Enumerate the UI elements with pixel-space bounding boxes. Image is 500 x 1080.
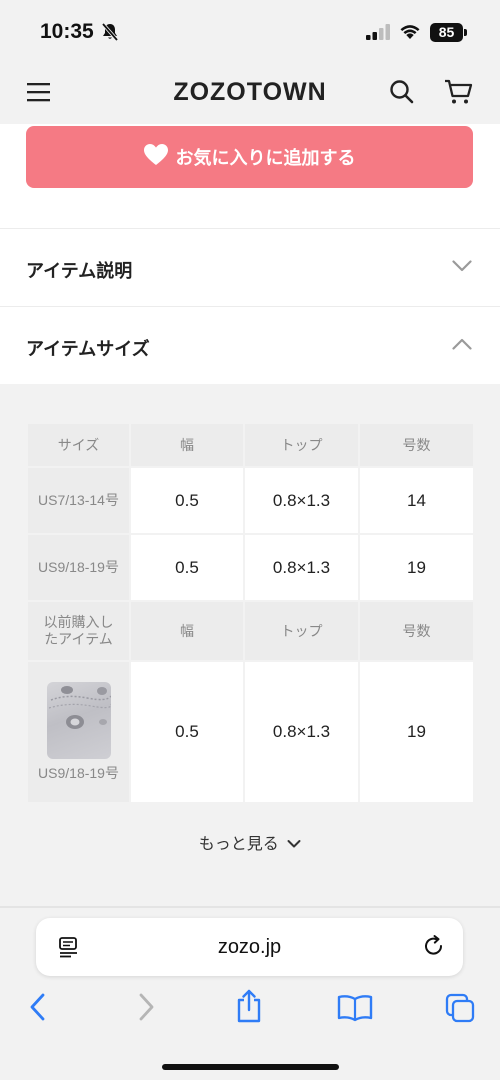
bell-off-icon — [100, 22, 120, 47]
safari-toolbar: zozo.jp — [0, 908, 500, 1080]
show-more-link[interactable]: もっと見る — [0, 830, 500, 854]
reload-icon[interactable] — [422, 934, 446, 963]
size-table: サイズ 幅 トップ 号数 US7/13-14号 0.5 0.8×1.3 14 U… — [26, 422, 475, 804]
header-number: 号数 — [358, 422, 475, 468]
forward-icon[interactable] — [136, 992, 156, 1027]
signal-icon — [366, 24, 392, 45]
chevron-up-icon — [452, 337, 472, 355]
row-width: 0.5 — [129, 466, 245, 535]
status-time: 10:35 — [40, 20, 94, 43]
row-size-label: US9/18-19号 — [26, 533, 131, 602]
chevron-down-icon — [287, 836, 301, 854]
header-purchased-item: 以前購入したアイテム — [26, 600, 131, 662]
app-header: ZOZOTOWN — [0, 64, 500, 124]
row-number: 19 — [358, 660, 475, 804]
table-row: US9/18-19号 0.5 0.8×1.3 19 — [26, 533, 475, 602]
row-top: 0.8×1.3 — [243, 533, 360, 602]
purchased-item-size: US9/18-19号 — [38, 765, 119, 781]
row-size-text: US7/13-14号 — [38, 492, 119, 508]
home-indicator — [162, 1064, 339, 1070]
search-icon[interactable] — [388, 78, 416, 111]
size-table-header-row: サイズ 幅 トップ 号数 — [26, 422, 475, 468]
row-top: 0.8×1.3 — [243, 466, 360, 535]
row-width: 0.5 — [129, 660, 245, 804]
back-icon[interactable] — [28, 992, 48, 1027]
battery-indicator: 85 — [430, 23, 463, 42]
header-size: サイズ — [26, 422, 131, 468]
add-to-favorites-button[interactable]: お気に入りに追加する — [26, 126, 473, 188]
table-row: US7/13-14号 0.5 0.8×1.3 14 — [26, 466, 475, 535]
row-top: 0.8×1.3 — [243, 660, 360, 804]
header-width: 幅 — [129, 422, 245, 468]
cart-icon[interactable] — [444, 78, 474, 111]
purchased-item-label: 以前購入したアイテム — [43, 614, 114, 647]
purchased-item-cell[interactable]: US9/18-19号 — [26, 660, 131, 804]
bookmarks-icon[interactable] — [337, 994, 373, 1027]
header-width: 幅 — [129, 600, 245, 662]
share-icon[interactable] — [234, 988, 264, 1029]
accordion-title-item-description: アイテム説明 — [26, 261, 133, 281]
zozotown-logo[interactable]: ZOZOTOWN — [0, 78, 500, 107]
accordion-item-description[interactable]: アイテム説明 — [0, 228, 500, 306]
show-more-label: もっと見る — [198, 836, 279, 853]
accordion-title-item-size: アイテムサイズ — [26, 339, 150, 359]
chevron-down-icon — [452, 259, 472, 277]
battery-tip — [464, 29, 467, 36]
row-size-text: US9/18-19号 — [38, 559, 119, 575]
header-top: トップ — [243, 600, 360, 662]
row-width: 0.5 — [129, 533, 245, 602]
row-size-label: US7/13-14号 — [26, 466, 131, 535]
product-detail-content: お気に入りに追加する アイテム説明 アイテムサイズ — [0, 124, 500, 384]
accordion-item-size[interactable]: アイテムサイズ — [0, 306, 500, 384]
url-text: zozo.jp — [217, 936, 282, 958]
header-top: トップ — [243, 422, 360, 468]
purchased-item-row[interactable]: US9/18-19号 0.5 0.8×1.3 19 — [26, 660, 475, 804]
purchased-item-thumbnail[interactable] — [46, 682, 111, 759]
row-number: 14 — [358, 466, 475, 535]
wifi-icon — [398, 22, 422, 45]
header-number: 号数 — [358, 600, 475, 662]
heart-icon — [143, 143, 168, 171]
status-bar: 10:35 85 — [0, 0, 500, 64]
purchased-header-row: 以前購入したアイテム 幅 トップ 号数 — [26, 600, 475, 662]
favorite-button-label: お気に入りに追加する — [175, 148, 356, 168]
tabs-icon[interactable] — [444, 992, 476, 1029]
address-bar[interactable]: zozo.jp — [36, 918, 463, 976]
row-number: 19 — [358, 533, 475, 602]
size-table-panel: サイズ 幅 トップ 号数 US7/13-14号 0.5 0.8×1.3 14 U… — [0, 384, 500, 908]
